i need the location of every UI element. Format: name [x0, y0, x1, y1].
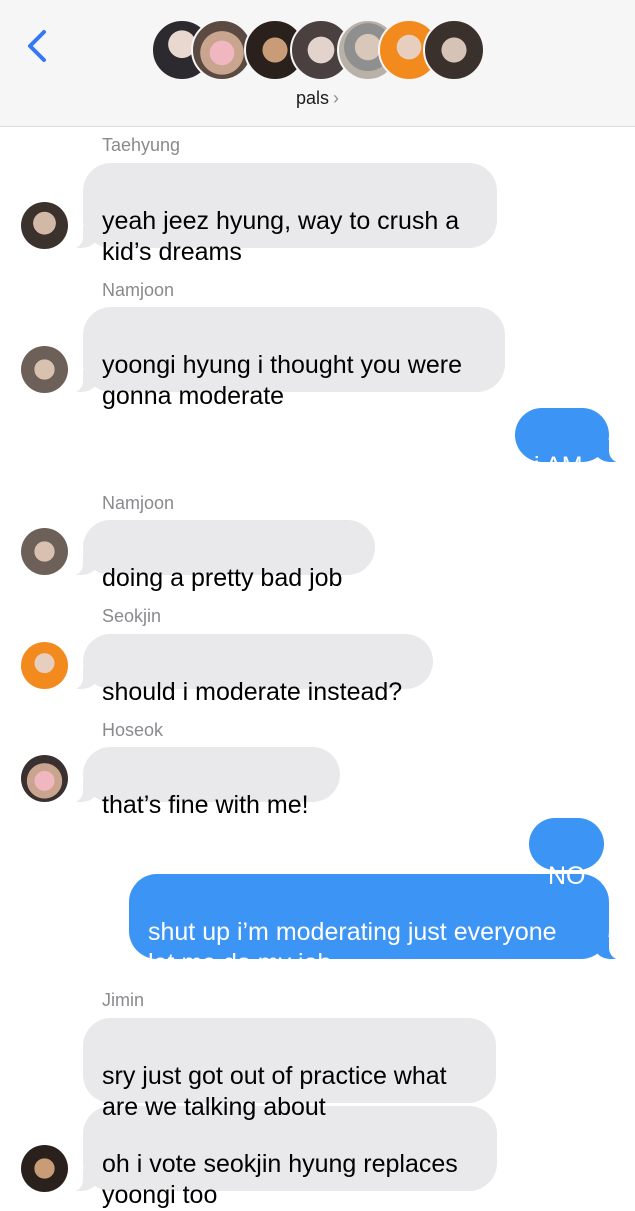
message-bubble-outgoing[interactable]: NO [529, 818, 604, 890]
avatar-photo [21, 642, 68, 689]
group-name: pals [295, 88, 330, 108]
sender-name: Jimin [102, 990, 145, 1010]
message-bubble-incoming[interactable]: yoongi hyung i thought you were gonna mo… [71, 307, 505, 410]
avatar-photo [21, 202, 68, 249]
avatar[interactable] [21, 755, 68, 802]
sender-name: Hoseok [102, 720, 164, 740]
avatar[interactable] [21, 202, 68, 249]
message-text: doing a pretty bad job [102, 564, 343, 592]
message-text: oh i vote seokjin hyung replaces yoongi … [102, 1150, 458, 1209]
sender-name: Namjoon [102, 493, 175, 513]
message-text: i AM [534, 452, 583, 480]
message-bubble-outgoing[interactable]: shut up i’m moderating just everyone let… [129, 874, 621, 977]
message-text: that’s fine with me! [102, 791, 309, 819]
message-text: NO [548, 862, 586, 890]
conversation-header: pals › [0, 0, 635, 127]
avatar-photo [21, 346, 68, 393]
group-name-link[interactable]: pals › [0, 88, 635, 109]
sender-name: Taehyung [102, 135, 181, 155]
member-avatar [423, 19, 485, 81]
avatar-photo [21, 1145, 68, 1192]
back-button[interactable] [24, 28, 50, 64]
message-text: shut up i’m moderating just everyone let… [148, 918, 557, 977]
sender-name: Namjoon [102, 280, 175, 300]
chevron-left-icon [28, 30, 46, 62]
avatar-photo [21, 755, 68, 802]
sender-name: Seokjin [102, 606, 162, 626]
message-bubble-incoming[interactable]: yeah jeez hyung, way to crush a kid’s dr… [71, 163, 497, 266]
chevron-right-icon: › [333, 88, 340, 108]
message-text: yoongi hyung i thought you were gonna mo… [102, 351, 462, 410]
message-text: should i moderate instead? [102, 678, 403, 706]
group-avatar-stack[interactable] [151, 19, 491, 83]
avatar[interactable] [21, 528, 68, 575]
message-bubble-incoming[interactable]: that’s fine with me! [71, 747, 340, 819]
message-bubble-incoming[interactable]: sry just got out of practice what are we… [83, 1018, 496, 1121]
message-bubble-incoming[interactable]: doing a pretty bad job [71, 520, 375, 592]
avatar[interactable] [21, 1145, 68, 1192]
message-bubble-incoming[interactable]: should i moderate instead? [71, 634, 433, 706]
avatar[interactable] [21, 346, 68, 393]
message-bubble-outgoing[interactable]: i AM [515, 408, 621, 480]
avatar-photo [21, 528, 68, 575]
avatar[interactable] [21, 642, 68, 689]
message-text: yeah jeez hyung, way to crush a kid’s dr… [102, 207, 460, 266]
